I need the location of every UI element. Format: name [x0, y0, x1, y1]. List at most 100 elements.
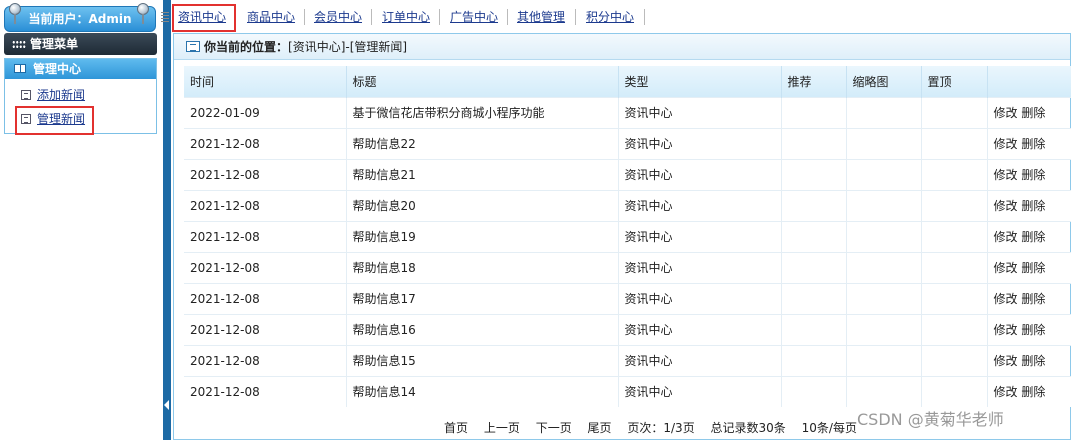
cell-thumbnail: [846, 96, 922, 128]
panel-divider[interactable]: [163, 0, 171, 440]
cell-time: 2021-12-08: [184, 158, 347, 190]
table-row: 2021-12-08 帮助信息17 资讯中心 修改 删除: [184, 282, 1071, 314]
cell-type: 资讯中心: [618, 375, 782, 407]
table-row: 2021-12-08 帮助信息15 资讯中心 修改 删除: [184, 344, 1071, 376]
delete-link[interactable]: 删除: [1021, 168, 1045, 182]
cell-type: 资讯中心: [618, 344, 782, 376]
delete-link[interactable]: 删除: [1021, 106, 1045, 120]
cell-pinned: [921, 344, 988, 376]
cell-title: 帮助信息18: [346, 251, 619, 283]
table-row: 2022-01-09 基于微信花店带积分商城小程序功能 资讯中心 修改 删除: [184, 96, 1071, 128]
menu-header: 管理菜单: [4, 33, 157, 55]
pin-icon: [8, 3, 22, 25]
cell-recommend: [781, 251, 847, 283]
cell-actions: 修改 删除: [987, 375, 1071, 407]
cell-actions: 修改 删除: [987, 96, 1071, 128]
cell-pinned: [921, 375, 988, 407]
table-row: 2021-12-08 帮助信息21 资讯中心 修改 删除: [184, 158, 1071, 190]
edit-link[interactable]: 修改: [994, 385, 1018, 399]
pager-next[interactable]: 下一页: [536, 421, 572, 435]
news-table: 时间 标题 类型 推荐 缩略图 置顶 2022-01-09 基于微信花店带积分商城…: [184, 66, 1071, 407]
breadcrumb-path: [资讯中心]-[管理新闻]: [288, 40, 408, 54]
cell-thumbnail: [846, 127, 922, 159]
cell-thumbnail: [846, 251, 922, 283]
edit-link[interactable]: 修改: [994, 168, 1018, 182]
cell-title: 帮助信息19: [346, 220, 619, 252]
cell-type: 资讯中心: [618, 96, 782, 128]
cell-thumbnail: [846, 344, 922, 376]
cell-title: 帮助信息17: [346, 282, 619, 314]
breadcrumb: 你当前的位置：[资讯中心]-[管理新闻]: [174, 34, 1070, 60]
cell-time: 2021-12-08: [184, 251, 347, 283]
table-row: 2021-12-08 帮助信息16 资讯中心 修改 删除: [184, 313, 1071, 345]
watermark: CSDN @黄菊华老师: [857, 410, 1004, 429]
delete-link[interactable]: 删除: [1021, 261, 1045, 275]
cell-title: 基于微信花店带积分商城小程序功能: [346, 96, 619, 128]
cell-pinned: [921, 96, 988, 128]
edit-link[interactable]: 修改: [994, 354, 1018, 368]
tab-separator: [439, 9, 440, 25]
delete-link[interactable]: 删除: [1021, 323, 1045, 337]
pager-prev[interactable]: 上一页: [484, 421, 520, 435]
highlight-box: [15, 106, 94, 135]
tab-ad-center[interactable]: 广告中心: [450, 5, 498, 29]
cell-type: 资讯中心: [618, 251, 782, 283]
column-header-time: 时间: [184, 66, 347, 97]
cell-time: 2021-12-08: [184, 313, 347, 345]
tab-separator: [371, 9, 372, 25]
top-nav: 资讯中心 商品中心 会员中心 订单中心 广告中心 其他管理 积分中心: [161, 5, 1071, 29]
edit-link[interactable]: 修改: [994, 137, 1018, 151]
edit-link[interactable]: 修改: [994, 230, 1018, 244]
table-row: 2021-12-08 帮助信息14 资讯中心 修改 删除: [184, 375, 1071, 407]
edit-link[interactable]: 修改: [994, 261, 1018, 275]
column-header-actions: [987, 66, 1071, 97]
tab-order-center[interactable]: 订单中心: [382, 5, 430, 29]
tab-product-center[interactable]: 商品中心: [247, 5, 295, 29]
edit-link[interactable]: 修改: [994, 292, 1018, 306]
tab-member-center[interactable]: 会员中心: [314, 5, 362, 29]
cell-time: 2021-12-08: [184, 344, 347, 376]
cell-type: 资讯中心: [618, 127, 782, 159]
tab-other-management[interactable]: 其他管理: [517, 5, 565, 29]
delete-link[interactable]: 删除: [1021, 137, 1045, 151]
cell-recommend: [781, 375, 847, 407]
grid-icon: [12, 40, 26, 49]
menu-section-title[interactable]: 管理中心: [5, 59, 156, 79]
column-header-type: 类型: [618, 66, 782, 97]
cell-type: 资讯中心: [618, 220, 782, 252]
column-header-recommend: 推荐: [781, 66, 847, 97]
cell-recommend: [781, 127, 847, 159]
delete-link[interactable]: 删除: [1021, 230, 1045, 244]
cell-pinned: [921, 189, 988, 221]
edit-link[interactable]: 修改: [994, 106, 1018, 120]
delete-link[interactable]: 删除: [1021, 292, 1045, 306]
cell-time: 2021-12-08: [184, 189, 347, 221]
cell-recommend: [781, 158, 847, 190]
edit-link[interactable]: 修改: [994, 199, 1018, 213]
cell-recommend: [781, 220, 847, 252]
delete-link[interactable]: 删除: [1021, 199, 1045, 213]
menu-link-add-news[interactable]: 添加新闻: [19, 85, 85, 105]
cell-actions: 修改 删除: [987, 313, 1071, 345]
cell-recommend: [781, 313, 847, 345]
collapse-arrow-icon[interactable]: [164, 400, 169, 410]
pager-first[interactable]: 首页: [444, 421, 468, 435]
cell-title: 帮助信息22: [346, 127, 619, 159]
table-row: 2021-12-08 帮助信息19 资讯中心 修改 删除: [184, 220, 1071, 252]
delete-link[interactable]: 删除: [1021, 385, 1045, 399]
left-panel: 当前用户：Admin 管理菜单 管理中心 添加新闻 管理新闻: [0, 0, 163, 440]
book-icon: [14, 64, 26, 73]
tab-points-center[interactable]: 积分中心: [586, 5, 634, 29]
cell-title: 帮助信息15: [346, 344, 619, 376]
cell-title: 帮助信息16: [346, 313, 619, 345]
cell-thumbnail: [846, 158, 922, 190]
current-user-label: 当前用户：Admin: [28, 12, 132, 26]
cell-actions: 修改 删除: [987, 251, 1071, 283]
cell-pinned: [921, 220, 988, 252]
cell-thumbnail: [846, 282, 922, 314]
menu-link-label: 添加新闻: [37, 88, 86, 102]
edit-link[interactable]: 修改: [994, 323, 1018, 337]
pager-last[interactable]: 尾页: [588, 421, 612, 435]
delete-link[interactable]: 删除: [1021, 354, 1045, 368]
menu-lines-icon: [161, 12, 169, 22]
